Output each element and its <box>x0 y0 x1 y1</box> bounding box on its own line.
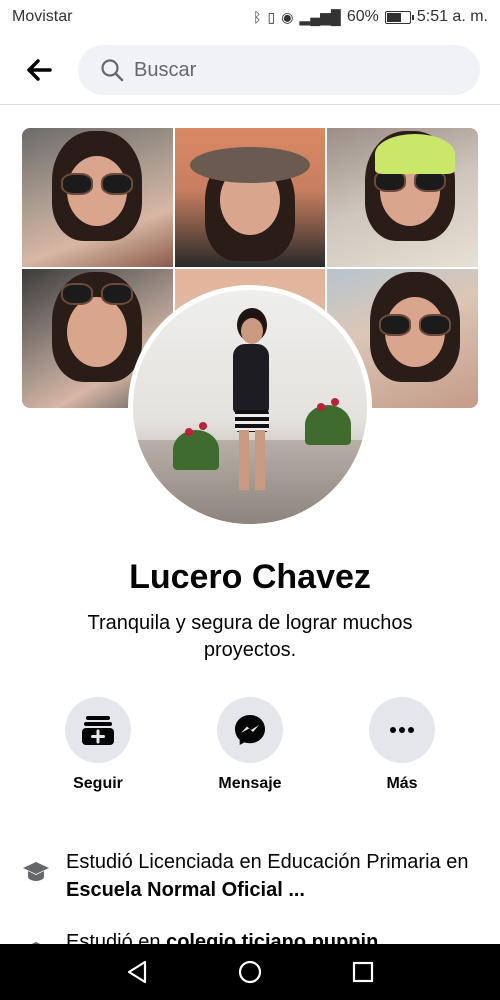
nav-home-button[interactable] <box>230 952 270 992</box>
message-icon-circle <box>217 697 283 763</box>
recents-square-icon <box>353 961 374 983</box>
nav-back-button[interactable] <box>117 952 157 992</box>
search-bar[interactable] <box>78 45 480 95</box>
4g-signal-icon: ▂▄▆█ <box>299 8 341 25</box>
back-triangle-icon <box>127 960 146 984</box>
vibrate-icon: ▯ <box>267 8 276 25</box>
about-item-education: Estudió Licenciada en Educación Primaria… <box>22 848 478 904</box>
cover-photo-tile <box>22 128 173 267</box>
back-arrow-icon <box>27 59 52 81</box>
follow-icon <box>82 716 114 745</box>
about-text: Estudió Licenciada en Educación Primaria… <box>66 848 478 904</box>
message-label: Mensaje <box>218 775 282 792</box>
more-icon <box>390 727 414 733</box>
eye-icon: ◉ <box>281 8 294 25</box>
profile-picture[interactable] <box>128 285 372 529</box>
messenger-icon <box>235 715 265 745</box>
cover-photo-tile <box>327 128 478 267</box>
message-button[interactable]: Mensaje <box>200 697 300 793</box>
bluetooth-icon: ᛒ <box>253 9 262 25</box>
more-icon-circle <box>369 697 435 763</box>
battery-icon <box>384 10 414 24</box>
education-icon <box>23 862 49 881</box>
follow-button[interactable]: Seguir <box>48 697 148 793</box>
home-circle-icon <box>238 960 262 984</box>
cover-photo-tile <box>174 128 326 267</box>
school-link[interactable]: Escuela Normal Oficial ... <box>66 879 305 901</box>
follow-label: Seguir <box>73 775 123 792</box>
top-header <box>0 40 500 100</box>
status-icons: ᛒ ▯ ◉ ▂▄▆█ 60% 5:51 a. m. <box>253 8 488 26</box>
clock: 5:51 a. m. <box>416 8 488 25</box>
profile-name: Lucero Chavez <box>129 558 371 596</box>
more-label: Más <box>386 775 418 792</box>
about-prefix: Estudió Licenciada en Educación Primaria… <box>66 851 469 873</box>
back-button[interactable] <box>24 55 54 85</box>
avatar <box>133 290 367 524</box>
carrier-name: Movistar <box>12 8 73 25</box>
nav-recents-button[interactable] <box>343 952 383 992</box>
follow-icon-circle <box>65 697 131 763</box>
profile-bio: Tranquila y segura de lograr muchos proy… <box>87 612 413 661</box>
more-button[interactable]: Más <box>352 697 452 793</box>
search-input[interactable] <box>134 58 434 82</box>
status-bar: Movistar ᛒ ▯ ◉ ▂▄▆█ 60% 5:51 a. m. <box>0 0 500 34</box>
search-icon <box>101 59 124 82</box>
header-divider <box>0 104 500 105</box>
battery-percent: 60% <box>346 8 379 25</box>
system-nav-bar <box>0 944 500 1000</box>
